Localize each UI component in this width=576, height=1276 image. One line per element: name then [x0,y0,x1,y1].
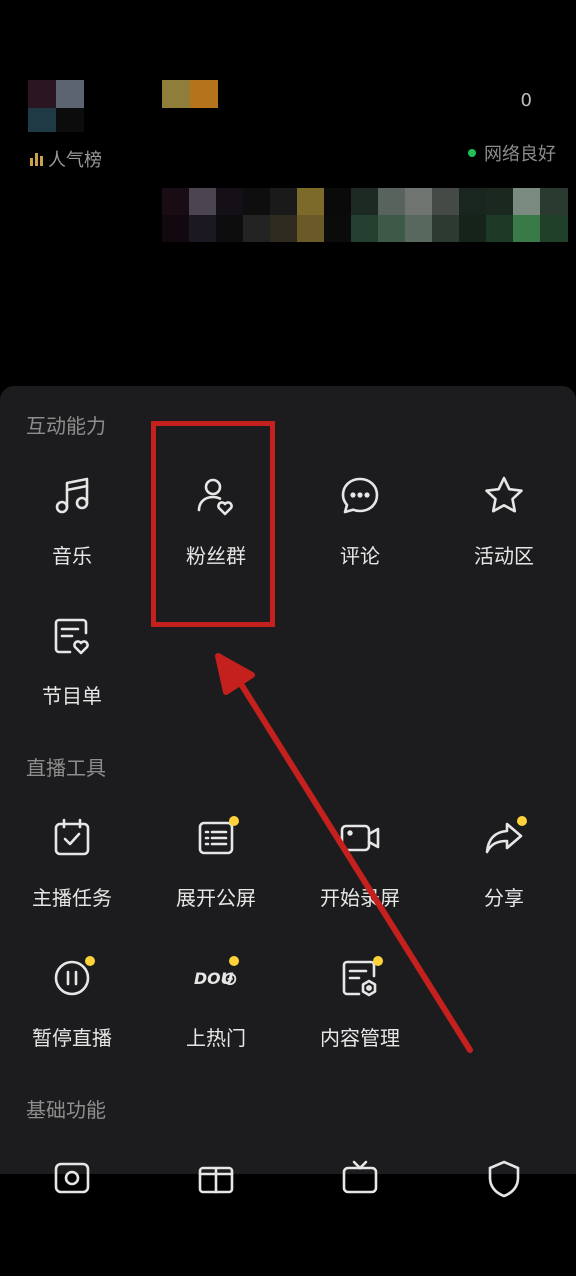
network-status-label: 网络良好 [484,144,556,165]
program-list-icon [50,614,94,658]
section-title-basic: 基础功能 [26,1098,106,1122]
star-icon [482,474,526,518]
tile-go-trending[interactable]: DOU 上热门 [144,956,288,1076]
network-status: 网络良好 [468,140,556,166]
tile-label: 分享 [484,886,524,910]
tv-icon [338,1156,382,1200]
camera-flip-icon [50,1156,94,1200]
popularity-rank[interactable]: 人气榜 [30,146,102,172]
pixelated-name [162,80,218,108]
tile-basic-4[interactable] [432,1156,576,1276]
tile-expand-public-screen[interactable]: 展开公屏 [144,816,288,936]
notification-dot [85,956,95,966]
tile-program-list[interactable]: 节目单 [0,614,144,734]
tile-label: 暂停直播 [32,1026,112,1050]
tile-label: 内容管理 [320,1026,400,1050]
notification-dot [373,956,383,966]
task-calendar-icon [50,816,94,860]
tile-label: 评论 [340,544,380,568]
tile-label: 节目单 [42,684,102,708]
pixelated-banner [162,188,568,242]
tile-activity[interactable]: 活动区 [432,474,576,594]
tile-pause-live[interactable]: 暂停直播 [0,956,144,1076]
notification-dot [517,816,527,826]
tile-basic-2[interactable] [144,1156,288,1276]
gift-box-icon [194,1156,238,1200]
tile-start-recording[interactable]: 开始录屏 [288,816,432,936]
notification-dot [229,956,239,966]
comment-bubble-icon [338,474,382,518]
bar-chart-icon [30,152,43,166]
section-title-interaction: 互动能力 [26,414,106,438]
tile-label: 展开公屏 [176,886,256,910]
tile-comment[interactable]: 评论 [288,474,432,594]
tile-share[interactable]: 分享 [432,816,576,936]
notification-dot [229,816,239,826]
pixelated-avatar [28,80,84,132]
rank-label: 人气榜 [48,150,102,171]
tile-music[interactable]: 音乐 [0,474,144,594]
shield-icon [482,1156,526,1200]
tile-label: 主播任务 [32,886,112,910]
viewer-count: 0 [520,90,532,111]
video-camera-icon [338,816,382,860]
tile-label: 活动区 [474,544,534,568]
tile-label: 音乐 [52,544,92,568]
section-title-live-tools: 直播工具 [26,756,106,780]
tile-basic-3[interactable] [288,1156,432,1276]
annotation-highlight-box [151,421,275,627]
tile-content-management[interactable]: 内容管理 [288,956,432,1076]
music-note-icon [50,474,94,518]
tile-label: 开始录屏 [320,886,400,910]
tile-basic-1[interactable] [0,1156,144,1276]
network-dot-icon [468,149,476,157]
tile-label: 上热门 [186,1026,246,1050]
live-preview-area: 0 人气榜 网络良好 [0,0,576,386]
tile-host-task[interactable]: 主播任务 [0,816,144,936]
